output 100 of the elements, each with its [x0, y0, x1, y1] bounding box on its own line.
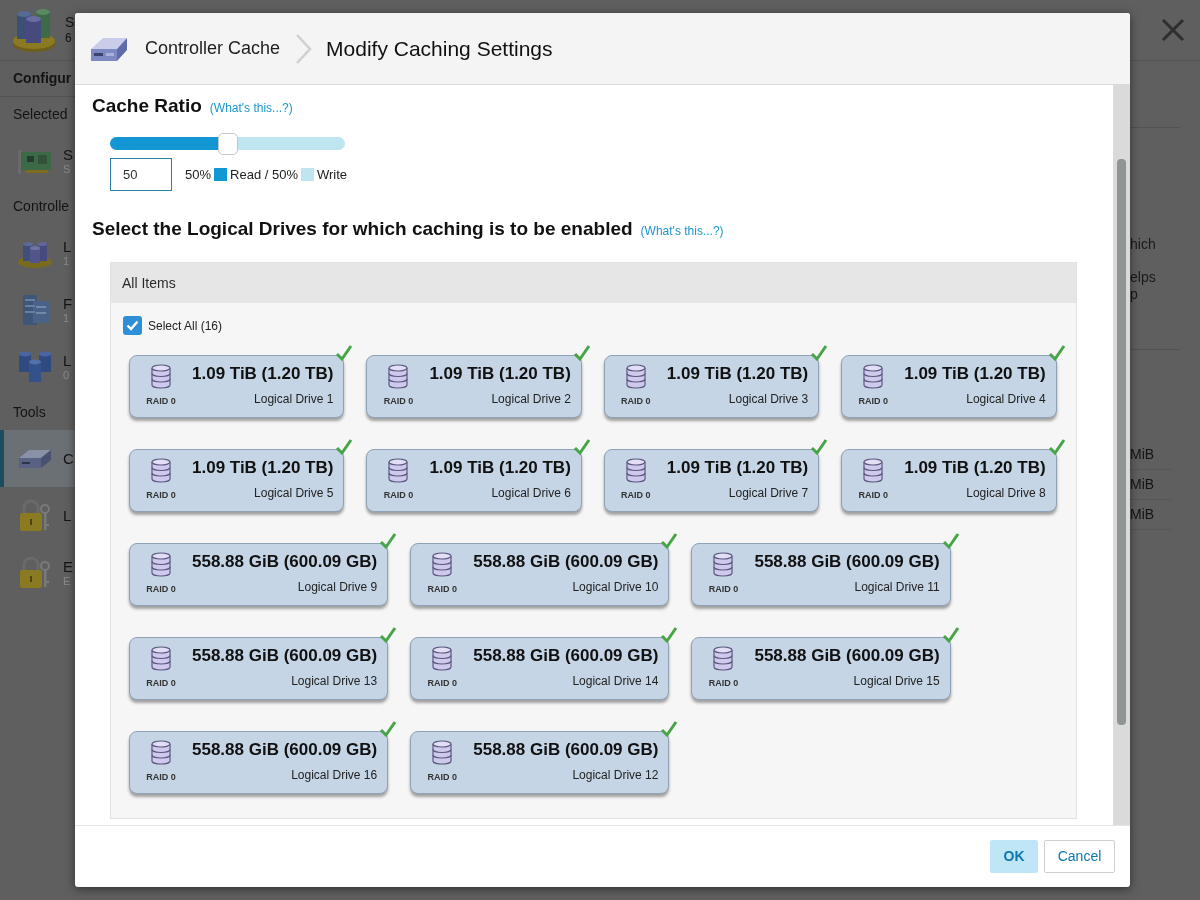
app-title: S: [65, 13, 75, 32]
scrollbar-thumb[interactable]: [1117, 159, 1126, 725]
drive-name: Logical Drive 12: [572, 767, 659, 784]
help-link[interactable]: (What's this...?): [640, 219, 724, 243]
list-header: All Items: [111, 263, 1076, 303]
dialog-title: Modify Caching Settings: [326, 35, 553, 62]
drive-name: Logical Drive 1: [254, 391, 334, 408]
select-all-checkbox[interactable]: [123, 316, 142, 335]
drive-capacity: 1.09 TiB (1.20 TB): [192, 364, 334, 384]
drive-capacity: 1.09 TiB (1.20 TB): [904, 364, 1046, 384]
raid-level: RAID 0: [621, 489, 651, 502]
slider-track[interactable]: [110, 133, 345, 155]
logical-drive-tile[interactable]: RAID 0 558.88 GiB (600.09 GB) Logical Drive 15: [691, 637, 951, 700]
raid-level: RAID 0: [146, 489, 176, 502]
raid-level: RAID 0: [708, 583, 739, 596]
drive-capacity: 558.88 GiB (600.09 GB): [192, 552, 378, 572]
breadcrumb-text: Controller Cache: [145, 37, 281, 60]
drive-capacity: 1.09 TiB (1.20 TB): [429, 364, 571, 384]
disk-stack-icon: [386, 364, 411, 390]
raid-level: RAID 0: [146, 583, 176, 596]
logical-drive-tile[interactable]: RAID 0 558.88 GiB (600.09 GB) Logical Drive 9: [129, 543, 389, 606]
disk-stack-icon: [861, 458, 886, 484]
drive-capacity: 558.88 GiB (600.09 GB): [473, 552, 659, 572]
drive-capacity: 1.09 TiB (1.20 TB): [429, 458, 571, 478]
select-all-label[interactable]: Select All (16): [148, 316, 223, 335]
drive-name: Logical Drive 2: [491, 391, 571, 408]
panel-text: p: [1130, 286, 1138, 303]
section-heading: Cache Ratio: [92, 94, 202, 118]
panel-text: elps: [1130, 269, 1156, 286]
drive-name: Logical Drive 9: [297, 579, 378, 596]
legend-text: 50%: [185, 165, 212, 184]
disk-stack-icon: [861, 364, 886, 390]
disk-stack-icon: [711, 552, 736, 578]
disk-stack-icon: [386, 458, 411, 484]
raid-level: RAID 0: [427, 583, 457, 596]
cancel-button[interactable]: Cancel: [1044, 840, 1115, 873]
logical-drive-tile[interactable]: RAID 0 558.88 GiB (600.09 GB) Logical Drive 10: [410, 543, 670, 606]
section-heading: Select the Logical Drives for which caching is to be enabled: [92, 217, 633, 241]
padlock-icon: [17, 498, 53, 533]
app-logo-icon: [12, 7, 56, 53]
raid-level: RAID 0: [146, 395, 176, 408]
logical-drive-tile[interactable]: RAID 0 1.09 TiB (1.20 TB) Logical Drive 8: [841, 449, 1057, 512]
logical-drive-tile[interactable]: RAID 0 558.88 GiB (600.09 GB) Logical Drive 14: [410, 637, 670, 700]
drive-name: Logical Drive 15: [853, 673, 940, 690]
drive-capacity: 558.88 GiB (600.09 GB): [754, 552, 940, 572]
logical-drive-tile[interactable]: RAID 0 558.88 GiB (600.09 GB) Logical Drive 12: [410, 731, 670, 794]
disk-stack-icon: [149, 364, 173, 390]
drive-capacity: 1.09 TiB (1.20 TB): [666, 458, 809, 478]
scrollbar[interactable]: [1113, 85, 1130, 825]
drive-capacity: 1.09 TiB (1.20 TB): [192, 458, 334, 478]
drive-bay-icon: [90, 35, 128, 62]
cylinders-icon: [17, 349, 53, 384]
drive-name: Logical Drive 13: [291, 673, 378, 690]
padlock-icon: [17, 555, 53, 590]
drive-name: Logical Drive 16: [291, 767, 378, 784]
ok-button[interactable]: OK: [990, 840, 1038, 873]
drive-name: Logical Drive 10: [572, 579, 659, 596]
close-button[interactable]: [1160, 17, 1186, 43]
disk-stack-icon: [149, 646, 173, 672]
drive-name: Logical Drive 3: [728, 391, 809, 408]
logical-drive-tile[interactable]: RAID 0 1.09 TiB (1.20 TB) Logical Drive 5: [129, 449, 345, 512]
disk-stack-icon: [430, 646, 455, 672]
panel-text: hich: [1130, 236, 1156, 253]
disk-stack-icon: [623, 364, 648, 390]
logical-drive-tile[interactable]: RAID 0 558.88 GiB (600.09 GB) Logical Drive 11: [691, 543, 951, 606]
raid-level: RAID 0: [146, 771, 176, 784]
sidebar-item[interactable]: C: [0, 430, 75, 487]
legend-text: Read / 50%: [230, 165, 298, 184]
logical-drive-tile[interactable]: RAID 0 1.09 TiB (1.20 TB) Logical Drive 2: [366, 355, 582, 418]
logical-drive-tile[interactable]: RAID 0 1.09 TiB (1.20 TB) Logical Drive 7: [603, 449, 820, 512]
raid-level: RAID 0: [427, 677, 457, 690]
drive-name: Logical Drive 4: [966, 391, 1046, 408]
raid-level: RAID 0: [383, 489, 414, 502]
raid-level: RAID 0: [146, 677, 176, 690]
drive-name: Logical Drive 7: [728, 485, 809, 502]
disk-stack-icon: [149, 458, 173, 484]
drive-name: Logical Drive 14: [572, 673, 659, 690]
sidebar-section-label: Tools: [12, 403, 47, 422]
logical-drive-tile[interactable]: RAID 0 1.09 TiB (1.20 TB) Logical Drive 6: [366, 449, 582, 512]
drive-capacity: 558.88 GiB (600.09 GB): [473, 740, 659, 760]
logical-drive-tile[interactable]: RAID 0 1.09 TiB (1.20 TB) Logical Drive 4: [841, 355, 1057, 418]
raid-level: RAID 0: [427, 771, 457, 784]
raid-level: RAID 0: [858, 395, 888, 408]
drive-name: Logical Drive 11: [854, 579, 940, 596]
logical-drive-tile[interactable]: RAID 0 558.88 GiB (600.09 GB) Logical Drive 13: [129, 637, 389, 700]
disk-stack-icon: [430, 740, 455, 766]
sidebar-section-label: Selected: [12, 105, 69, 124]
drive-capacity: 558.88 GiB (600.09 GB): [192, 646, 378, 666]
logical-drive-tile[interactable]: RAID 0 558.88 GiB (600.09 GB) Logical Drive 16: [129, 731, 389, 794]
disk-stack-icon: [623, 458, 648, 484]
disk-stack-icon: [711, 646, 736, 672]
drive-name: Logical Drive 6: [491, 485, 571, 502]
ratio-input[interactable]: 50: [110, 158, 172, 191]
drive-capacity: 558.88 GiB (600.09 GB): [473, 646, 659, 666]
disk-stack-icon: [149, 552, 173, 578]
logical-drive-tile[interactable]: RAID 0 1.09 TiB (1.20 TB) Logical Drive 3: [603, 355, 820, 418]
app-subtitle: 6: [65, 31, 72, 47]
drive-capacity: 1.09 TiB (1.20 TB): [904, 458, 1046, 478]
logical-drive-tile[interactable]: RAID 0 1.09 TiB (1.20 TB) Logical Drive 1: [129, 355, 345, 418]
slider-thumb[interactable]: [217, 133, 238, 155]
